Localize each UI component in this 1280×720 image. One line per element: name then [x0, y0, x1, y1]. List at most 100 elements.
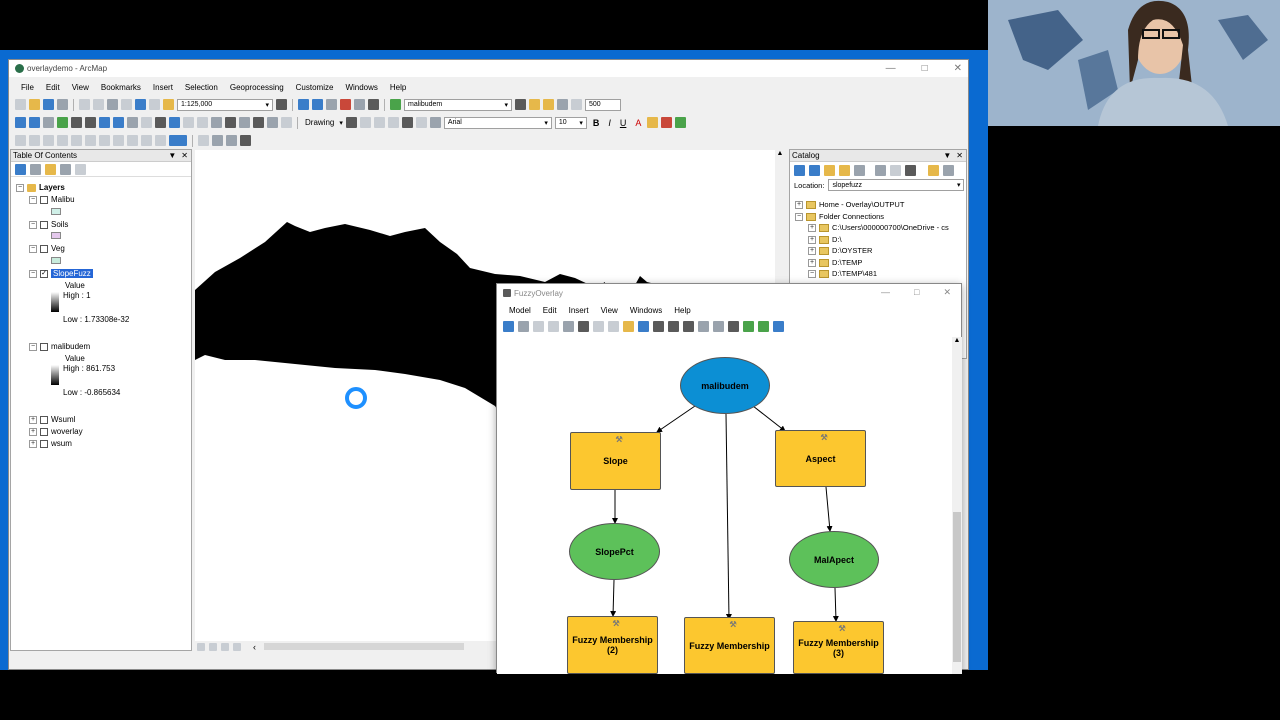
collapse-icon[interactable]: −: [808, 269, 816, 278]
table-icon[interactable]: [298, 99, 309, 110]
minimize-button[interactable]: —: [886, 60, 896, 77]
scroll-up-icon[interactable]: ▲: [775, 150, 785, 157]
layer-visibility-checkbox[interactable]: [40, 220, 48, 229]
delete-icon[interactable]: [121, 99, 132, 110]
full-extent-icon[interactable]: [57, 117, 68, 128]
list-by-visibility-icon[interactable]: [45, 163, 56, 175]
zoom-icon[interactable]: [698, 321, 709, 332]
toc-layer-slopefuzz[interactable]: − ✓ SlopeFuzz: [29, 269, 93, 278]
catalog-item-onedrive[interactable]: + C:\Users\000000700\OneDrive - cs: [808, 223, 949, 232]
toc-layer-woverlay[interactable]: + woverlay: [29, 427, 83, 436]
italic-button[interactable]: I: [605, 118, 614, 128]
redo-icon[interactable]: [149, 99, 160, 110]
model-node-slope[interactable]: ⚒ Slope: [570, 432, 661, 490]
redo-icon[interactable]: [608, 321, 619, 332]
pause-icon[interactable]: [233, 642, 241, 651]
minimize-button[interactable]: —: [881, 287, 890, 298]
new-icon[interactable]: [15, 99, 26, 110]
select-elements-icon[interactable]: [155, 117, 166, 128]
select-features-icon[interactable]: [127, 117, 138, 128]
undo-icon[interactable]: [593, 321, 604, 332]
view-options-icon[interactable]: [890, 164, 901, 176]
menu-windows[interactable]: Windows: [339, 83, 383, 92]
cut-icon[interactable]: [79, 99, 90, 110]
copy-icon[interactable]: [548, 321, 559, 332]
model-node-slopepct[interactable]: SlopePct: [569, 523, 660, 580]
chevron-down-icon[interactable]: ▾: [339, 119, 343, 127]
delete-icon[interactable]: [578, 321, 589, 332]
fill-color-icon[interactable]: [647, 117, 659, 128]
menu-file[interactable]: File: [15, 83, 40, 92]
expand-icon[interactable]: +: [808, 235, 816, 244]
close-button[interactable]: ✕: [954, 60, 962, 77]
font-color-icon[interactable]: A: [632, 118, 644, 128]
pointer-icon[interactable]: [345, 117, 357, 128]
run-icon[interactable]: [773, 321, 784, 332]
expand-icon[interactable]: +: [808, 246, 816, 255]
save-icon[interactable]: [43, 99, 54, 110]
location-select[interactable]: slopefuzz ▾: [828, 179, 965, 191]
cut-icon[interactable]: [533, 321, 544, 332]
close-button[interactable]: ✕: [943, 287, 951, 298]
list-by-source-icon[interactable]: [30, 163, 41, 175]
menu-selection[interactable]: Selection: [179, 83, 224, 92]
toc-layer-malibudem[interactable]: − malibudem: [29, 342, 90, 351]
catalog-item-d-drive[interactable]: + D:\: [808, 235, 842, 244]
veg-symbol-swatch[interactable]: [51, 257, 61, 264]
menu-customize[interactable]: Customize: [290, 83, 340, 92]
layer-visibility-checkbox[interactable]: ✓: [40, 269, 48, 278]
catalog-item-folder-connections[interactable]: − Folder Connections: [795, 212, 884, 221]
editor-icon[interactable]: [276, 99, 287, 110]
list-by-selection-icon[interactable]: [60, 163, 71, 175]
menu-help[interactable]: Help: [384, 83, 412, 92]
search-icon[interactable]: [943, 164, 954, 176]
back-icon[interactable]: [794, 164, 805, 176]
forward-icon[interactable]: [113, 117, 124, 128]
auto-layout-icon[interactable]: [638, 321, 649, 332]
scroll-up-icon[interactable]: ▲: [952, 337, 962, 344]
layer-visibility-checkbox[interactable]: [40, 415, 48, 424]
layer-visibility-checkbox[interactable]: [40, 439, 48, 448]
expand-icon[interactable]: +: [795, 200, 803, 209]
text-icon[interactable]: [401, 117, 413, 128]
catalog-icon[interactable]: [312, 99, 323, 110]
maximize-button[interactable]: □: [914, 287, 919, 298]
soils-symbol-swatch[interactable]: [51, 232, 61, 239]
maximize-button[interactable]: □: [922, 60, 928, 77]
slopefuzz-gradient-swatch[interactable]: [51, 292, 59, 312]
expand-icon[interactable]: +: [808, 223, 816, 232]
catalog-item-home[interactable]: + Home - Overlay\OUTPUT: [795, 200, 904, 209]
zoom-out-icon[interactable]: [29, 117, 40, 128]
menu-bookmarks[interactable]: Bookmarks: [95, 83, 147, 92]
toggle-contents-icon[interactable]: [875, 164, 886, 176]
menu-view[interactable]: View: [66, 83, 95, 92]
model-menu-edit[interactable]: Edit: [537, 306, 563, 315]
layer-visibility-checkbox[interactable]: [40, 427, 48, 436]
pan-icon[interactable]: [43, 117, 54, 128]
rotate-icon[interactable]: [359, 117, 371, 128]
zoom-in-icon[interactable]: [15, 117, 26, 128]
model-node-malapect[interactable]: MalApect: [789, 531, 879, 588]
collapse-icon[interactable]: −: [29, 195, 37, 204]
edit-vertices-icon[interactable]: [415, 117, 427, 128]
clear-selection-icon[interactable]: [141, 117, 152, 128]
font-select[interactable]: Arial ▾: [443, 116, 552, 129]
expand-icon[interactable]: +: [29, 427, 37, 436]
collapse-icon[interactable]: −: [29, 342, 37, 351]
collapse-icon[interactable]: −: [16, 183, 24, 192]
print-icon[interactable]: [518, 321, 529, 332]
collapse-icon[interactable]: −: [795, 212, 803, 221]
html-popup-icon[interactable]: [197, 117, 208, 128]
options-icon[interactable]: [905, 164, 916, 176]
catalog-tree-icon[interactable]: [928, 164, 939, 176]
expand-icon[interactable]: +: [29, 415, 37, 424]
collapse-icon[interactable]: −: [29, 220, 37, 229]
toolbar-icon[interactable]: [212, 135, 223, 146]
fixed-zoom-out-icon[interactable]: [683, 321, 694, 332]
layer-visibility-checkbox[interactable]: [40, 342, 48, 351]
model-node-aspect[interactable]: ⚒ Aspect: [775, 430, 866, 487]
catalog-item-temp-481[interactable]: − D:\TEMP\481: [808, 269, 877, 278]
time-slider-icon[interactable]: [267, 117, 278, 128]
menu-geoprocessing[interactable]: Geoprocessing: [224, 83, 290, 92]
fixed-zoom-out-icon[interactable]: [85, 117, 96, 128]
